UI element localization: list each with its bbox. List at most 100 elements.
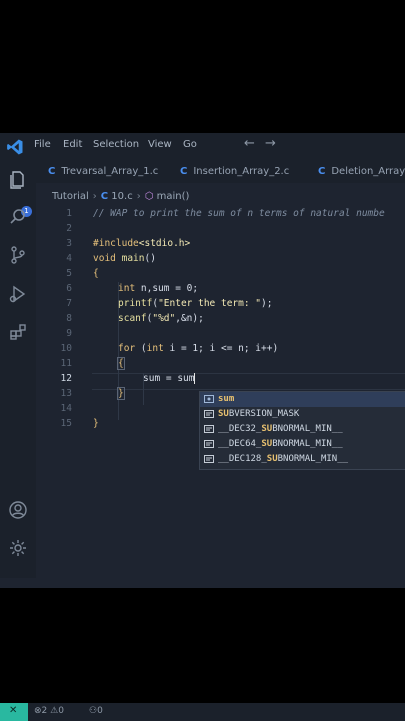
suggestion-widget: sum SUBVERSION_MASK __DEC32_SUBNORMAL_MI… [199,391,405,470]
code-token: int [118,283,141,294]
keyword-icon [204,440,214,448]
back-arrow-icon[interactable]: ← [244,136,255,151]
line-number: 7 [66,298,72,309]
suggestion-text: __DEC128_ [218,454,267,464]
line-number: 8 [66,313,72,324]
code-printf: printf("Enter the term: "); [118,298,272,309]
line-number: 3 [66,238,72,249]
line-number: 11 [60,358,72,369]
line-number: 12 [60,373,72,384]
breadcrumb-folder[interactable]: Tutorial [52,191,89,202]
broadcast-icon: ⚇ [89,706,98,716]
tab-trevarsal-array[interactable]: C Trevarsal_Array_1.c [48,160,158,183]
suggestion-match: SU [261,439,273,449]
vscode-window: File Edit Selection View Go ← → 1 C Trev… [0,133,405,721]
run-debug-icon[interactable] [8,284,28,304]
code-token: "Enter the term: " [158,298,262,309]
menu-file[interactable]: File [34,139,51,150]
cube-icon: ⬡ [144,191,154,202]
tab-label: Deletion_Array_ [331,166,405,177]
code-token: ,&n); [175,313,204,324]
c-file-icon: C [100,191,109,202]
suggestion-text: BNORMAL_MIN__ [277,454,349,464]
suggestion-text: __DEC32_ [218,424,262,434]
suggestion-item[interactable]: __DEC64_SUBNORMAL_MIN__ [200,437,405,452]
tab-insertion-array[interactable]: C Insertion_Array_2.c [180,160,289,183]
breadcrumb-file[interactable]: 10.c [111,191,132,202]
line-number: 15 [60,418,72,429]
code-for-loop: for (int i = 1; i <= n; i++) [118,343,278,354]
code-token: } [93,418,99,429]
code-main-decl: void main() [93,253,156,264]
menu-edit[interactable]: Edit [63,139,82,150]
source-control-icon[interactable] [8,245,28,265]
c-file-icon: C [318,166,326,177]
breadcrumb-symbol[interactable]: main() [157,191,190,202]
code-comment: // WAP to print the sum of n terms of na… [93,208,385,219]
code-token: <stdio.h> [138,238,191,249]
c-file-icon: C [48,166,56,177]
suggestion-item[interactable]: __DEC32_SUBNORMAL_MIN__ [200,422,405,437]
ports-count: 0 [97,706,103,716]
explorer-icon[interactable] [8,169,28,189]
keyword-icon [204,410,214,418]
tab-deletion-array[interactable]: C Deletion_Array_ [318,160,405,183]
chevron-right-icon: › [92,191,97,202]
search-icon[interactable] [8,207,28,227]
activity-bar: 1 [0,160,36,578]
ports-indicator[interactable]: ⚇0 [89,706,103,716]
keyword-icon [204,455,214,463]
code-token: "%d" [152,313,176,324]
c-file-icon: C [180,166,188,177]
code-token: n,sum = 0; [140,283,199,294]
code-token: main [121,253,145,264]
suggestion-item[interactable]: __DEC128_SUBNORMAL_MIN__ [200,452,405,467]
editor-tabs: C Trevarsal_Array_1.c C Insertion_Array_2.… [36,160,405,183]
code-token: i = 1; i <= n; i++) [169,343,279,354]
warning-count: 0 [58,706,64,716]
remote-icon: ✕ [9,705,18,716]
code-token: #include [93,238,139,249]
chevron-right-icon: › [136,191,141,202]
line-number: 10 [60,343,72,354]
line-number: 13 [60,388,72,399]
code-token: scanf [118,313,147,324]
suggestion-text: BNORMAL_MIN__ [272,424,343,434]
suggestion-text: __DEC64_ [218,439,262,449]
error-icon: ⊗ [34,706,42,716]
tab-label: Insertion_Array_2.c [193,166,290,177]
problems-indicator[interactable]: ⊗2 ⚠0 [34,706,64,716]
menu-go[interactable]: Go [183,139,197,150]
suggestion-item[interactable]: sum [200,392,405,407]
code-token: ); [261,298,273,309]
code-current-statement: sum = sum [143,373,196,384]
keyword-icon [204,425,214,433]
settings-gear-icon[interactable] [8,538,28,558]
menu-selection[interactable]: Selection [93,139,139,150]
menu-view[interactable]: View [148,139,172,150]
code-token: int [146,343,170,354]
suggestion-match: SU [218,409,229,419]
suggestion-text: BNORMAL_MIN__ [272,439,343,449]
suggestion-text: BVERSION_MASK [228,409,300,419]
code-token: void [93,253,122,264]
suggestion-match: sum [218,394,235,404]
code-declaration: int n,sum = 0; [118,283,198,294]
title-bar: File Edit Selection View Go ← → [0,133,405,160]
code-include: #include<stdio.h> [93,238,190,249]
variable-icon [204,395,214,403]
extensions-icon[interactable] [8,322,28,342]
line-number: 4 [66,253,72,264]
matched-brace: } [117,387,125,400]
code-token: () [144,253,156,264]
code-token: for [118,343,141,354]
remote-indicator[interactable]: ✕ [0,703,28,721]
line-number: 5 [66,268,72,279]
code-token: { [93,268,99,279]
suggestion-match: SU [261,424,273,434]
account-icon[interactable] [8,500,28,520]
forward-arrow-icon[interactable]: → [265,136,276,151]
line-number: 1 [66,208,72,219]
code-scanf: scanf("%d",&n); [118,313,204,324]
suggestion-item[interactable]: SUBVERSION_MASK [200,407,405,422]
